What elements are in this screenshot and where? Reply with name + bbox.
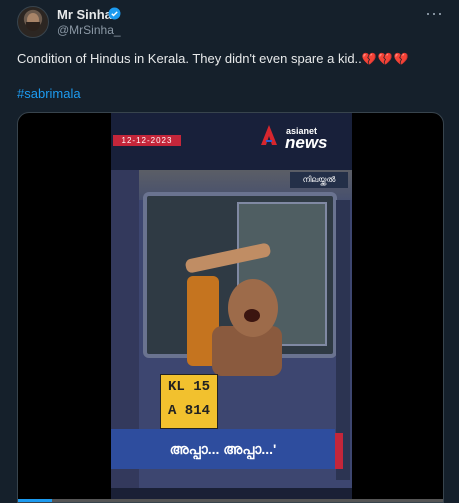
child-face xyxy=(228,279,278,337)
bus-number-plate: KL 15 A 814 xyxy=(160,374,218,429)
channel-name-bottom: news xyxy=(285,133,328,152)
video-date: 12-12-2023 xyxy=(113,135,181,146)
hashtag-link[interactable]: #sabrimala xyxy=(17,86,81,101)
video-progress-fill xyxy=(18,499,53,502)
video-progress-bar[interactable] xyxy=(18,499,443,502)
caption-accent xyxy=(335,433,343,469)
location-tag: നിലയ്ക്കൽ xyxy=(290,172,348,188)
verified-badge-icon xyxy=(108,7,121,20)
author-name[interactable]: Mr Sinha xyxy=(57,7,112,22)
child-mouth xyxy=(244,309,260,322)
video-frame[interactable]: 12-12-2023 asianet news KL 15 A 814 നിലയ… xyxy=(111,113,352,502)
video-player[interactable]: 12-12-2023 asianet news KL 15 A 814 നിലയ… xyxy=(17,112,444,503)
broken-heart-emojis: 💔💔💔 xyxy=(361,52,410,66)
more-options-icon[interactable]: ⋯ xyxy=(425,4,444,25)
plate-line-2: A 814 xyxy=(167,403,210,419)
author-handle[interactable]: @MrSinha_ xyxy=(57,23,121,37)
tweet-text: Condition of Hindus in Kerala. They didn… xyxy=(17,51,410,66)
asianet-logo-icon xyxy=(261,125,277,145)
avatar[interactable] xyxy=(17,6,49,38)
bus-window xyxy=(143,192,337,376)
plate-line-1: KL 15 xyxy=(167,379,210,395)
tweet-body: Condition of Hindus in Kerala. They didn… xyxy=(17,51,362,66)
avatar-beard xyxy=(26,22,40,31)
video-caption: അപ്പാ... അപ്പാ...' xyxy=(111,429,335,469)
